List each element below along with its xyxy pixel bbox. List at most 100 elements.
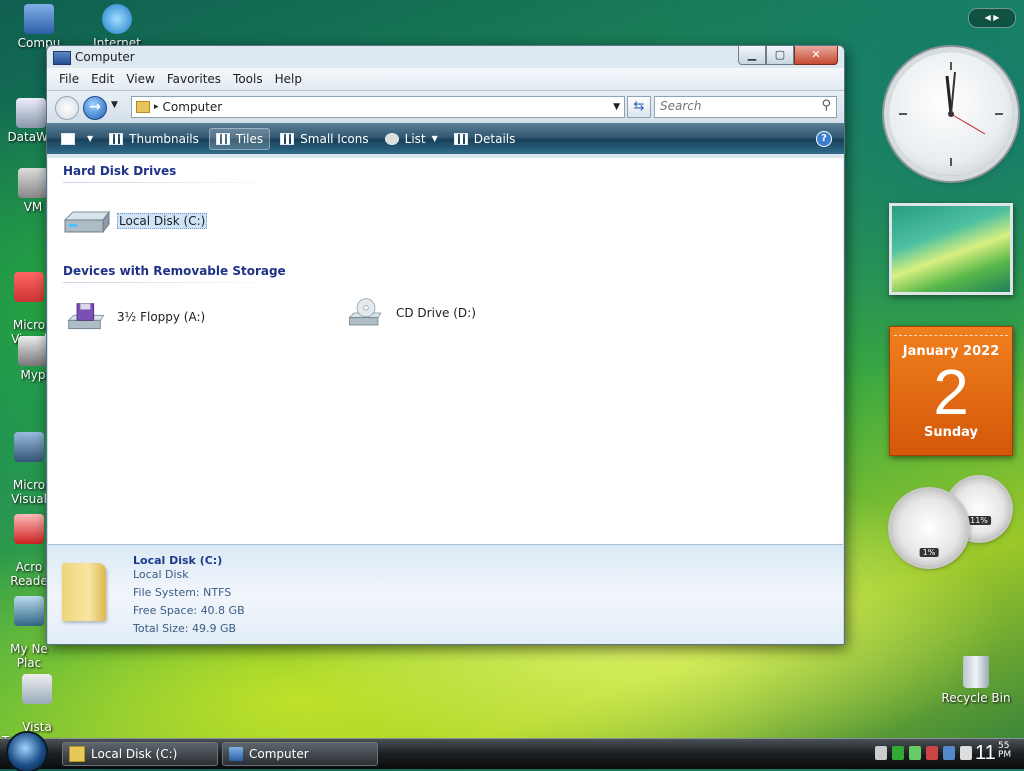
tray-icon[interactable] [926, 746, 938, 760]
views-button[interactable]: ▼ [55, 130, 99, 148]
folder-icon [69, 746, 85, 762]
hour-hand [945, 75, 953, 115]
back-button[interactable] [55, 96, 79, 120]
details-pane: Local Disk (C:) Local Disk File System: … [48, 544, 843, 644]
address-bar[interactable]: ▸ Computer ▼ [131, 96, 625, 118]
drive-label: Local Disk (C:) [117, 213, 208, 229]
slideshow-gadget[interactable] [889, 203, 1013, 295]
menu-tools[interactable]: Tools [227, 72, 269, 86]
desktop-icon-recycle-bin[interactable]: Recycle Bin [940, 656, 1012, 705]
folder-icon [136, 101, 150, 113]
desktop-icon-label: VM [23, 200, 43, 214]
calendar-gadget[interactable]: January 2022 2 Sunday [889, 326, 1013, 456]
visual-studio-icon [14, 432, 44, 462]
sidebar-controls[interactable]: ◀ ▶ [968, 8, 1016, 28]
taskbar-button-local-disk[interactable]: Local Disk (C:) [62, 742, 218, 766]
small-icons-button[interactable]: Small Icons [274, 129, 374, 149]
desktop-icon-label: Recycle Bin [941, 691, 1011, 705]
menu-help[interactable]: Help [269, 72, 308, 86]
memory-value: 11% [967, 516, 991, 525]
help-icon[interactable]: ? [816, 131, 832, 147]
tray-icon[interactable] [875, 746, 887, 760]
small-icons-icon [280, 132, 295, 145]
maximize-button[interactable]: ▢ [766, 46, 794, 65]
chevron-down-icon: ▼ [87, 134, 94, 143]
clock-ampm: PM [998, 750, 1012, 760]
recycle-bin-icon [963, 656, 989, 688]
drive-local-disk-c[interactable]: Local Disk (C:) [63, 206, 208, 236]
details-name: Local Disk (C:) [133, 554, 223, 567]
shortcut-icon [18, 336, 48, 366]
group-header-hard-disk-drives[interactable]: Hard Disk Drives [63, 164, 283, 183]
small-icons-label: Small Icons [300, 131, 369, 146]
calendar-rings [894, 327, 1008, 336]
computer-icon [24, 4, 54, 34]
menu-file[interactable]: File [53, 72, 85, 86]
views-icon [61, 132, 75, 145]
details-label: Details [473, 131, 516, 146]
desktop-icon-internet[interactable]: Internet [82, 4, 152, 50]
drive-label: CD Drive (D:) [396, 306, 476, 320]
details-type: Local Disk [133, 568, 189, 581]
tiles-icon [215, 132, 230, 145]
details-total-size: Total Size: 49.9 GB [133, 622, 237, 635]
menu-edit[interactable]: Edit [85, 72, 120, 86]
list-button[interactable]: List ▼ [379, 129, 444, 149]
calendar-day: 2 [933, 356, 969, 428]
tray-icon[interactable] [943, 746, 955, 760]
chevron-right-icon[interactable]: ▸ [154, 102, 159, 112]
tray-icon[interactable] [960, 746, 972, 760]
clock-gadget[interactable] [889, 52, 1013, 176]
taskbar-button-computer[interactable]: Computer [222, 742, 378, 766]
file-list[interactable]: Hard Disk Drives Local Disk (C:) Devices… [48, 158, 843, 544]
clock-face [899, 62, 1003, 166]
drive-cd-d[interactable]: CD Drive (D:) [342, 298, 476, 328]
drive-floppy-a[interactable]: 3½ Floppy (A:) [63, 302, 205, 332]
thumbnails-button[interactable]: Thumbnails [103, 129, 205, 149]
group-header-removable-storage[interactable]: Devices with Removable Storage [63, 264, 286, 283]
details-free-space: Free Space: 40.8 GB [133, 604, 245, 617]
network-icon [14, 596, 44, 626]
address-dropdown[interactable]: ▼ [613, 102, 620, 112]
desktop-icon-label: Myp [20, 368, 46, 382]
window-title: Computer [75, 50, 135, 64]
minimize-button[interactable]: ▁ [738, 46, 766, 65]
taskbar: Local Disk (C:) Computer 11 55 PM [0, 733, 1024, 771]
refresh-button[interactable]: ⇆ [627, 96, 651, 118]
search-icon[interactable]: ⚲ [821, 98, 831, 113]
clock-minutes[interactable]: 55 PM [998, 742, 1011, 760]
menu-favorites[interactable]: Favorites [161, 72, 227, 86]
forward-button[interactable]: → [83, 96, 107, 120]
desktop-icon-computer[interactable]: Compu [4, 4, 74, 50]
drive-label: 3½ Floppy (A:) [117, 310, 206, 324]
folder-icon [62, 563, 106, 621]
acrobat-icon [14, 514, 44, 544]
recent-pages-dropdown[interactable]: ▼ [111, 100, 118, 110]
explorer-window[interactable]: Computer ▁ ▢ ✕ File Edit View Favorites … [46, 45, 845, 645]
close-button[interactable]: ✕ [794, 46, 838, 65]
thumbnails-label: Thumbnails [129, 131, 199, 146]
search-box[interactable]: ⚲ [654, 96, 837, 118]
chevron-down-icon: ▼ [431, 134, 438, 143]
menu-view[interactable]: View [120, 72, 160, 86]
tiles-label: Tiles [235, 131, 264, 146]
desktop-icon-vista-transform[interactable]: Vista Transform... [2, 660, 73, 748]
title-bar[interactable]: Computer ▁ ▢ ✕ [47, 46, 844, 68]
thumbnails-icon [109, 132, 124, 145]
hard-drive-icon [63, 210, 110, 234]
cd-drive-icon [348, 298, 382, 326]
floppy-drive-icon [67, 303, 105, 330]
list-label: List [404, 131, 426, 146]
computer-icon [229, 747, 243, 761]
tray-icon[interactable] [892, 746, 904, 760]
toolbar: ▼ Thumbnails Tiles Small Icons List ▼ De… [47, 123, 844, 154]
search-input[interactable] [655, 97, 810, 115]
tray-icon[interactable] [909, 746, 921, 760]
minute-hand [950, 71, 956, 115]
details-button[interactable]: Details [448, 129, 522, 149]
clock-hour[interactable]: 11 [975, 742, 996, 765]
breadcrumb-computer[interactable]: Computer [163, 100, 223, 114]
cpu-gauge: 1% [891, 490, 967, 566]
tiles-button[interactable]: Tiles [208, 127, 271, 150]
start-button[interactable] [8, 733, 46, 771]
